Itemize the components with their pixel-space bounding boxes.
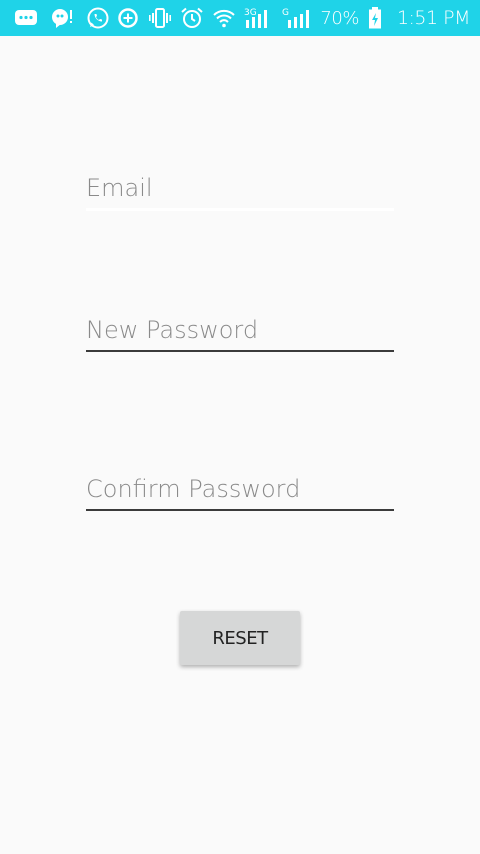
status-bar: 3G G 70% 1:51 PM [0, 0, 480, 36]
reset-password-screen: 3G G 70% 1:51 PM RESET [0, 0, 480, 854]
new-password-underline [86, 350, 394, 352]
signal-g-icon: G [282, 6, 312, 30]
wifi-icon [212, 6, 236, 30]
new-password-field-container [86, 316, 394, 352]
confirm-password-field-container [86, 475, 394, 511]
network-3g-label: 3G [244, 8, 257, 18]
reset-button[interactable]: RESET [180, 611, 300, 665]
email-underline [86, 208, 394, 211]
notification-icons [0, 6, 110, 30]
confirm-password-input[interactable] [86, 475, 394, 509]
signal-3g-icon: 3G [244, 6, 274, 30]
system-icons: 3G G 70% 1:51 PM [116, 0, 471, 36]
data-saver-icon [116, 6, 140, 30]
battery-charging-icon [367, 6, 383, 30]
battery-percentage: 70% [320, 7, 359, 29]
whatsapp-icon [86, 6, 110, 30]
hangouts-icon [50, 6, 74, 30]
vibrate-icon [148, 6, 172, 30]
messages-icon [14, 6, 38, 30]
network-g-label: G [282, 8, 289, 18]
email-input[interactable] [86, 174, 394, 208]
email-field-container [86, 174, 394, 211]
alarm-icon [180, 6, 204, 30]
clock: 1:51 PM [396, 7, 471, 29]
confirm-password-underline [86, 509, 394, 511]
new-password-input[interactable] [86, 316, 394, 350]
